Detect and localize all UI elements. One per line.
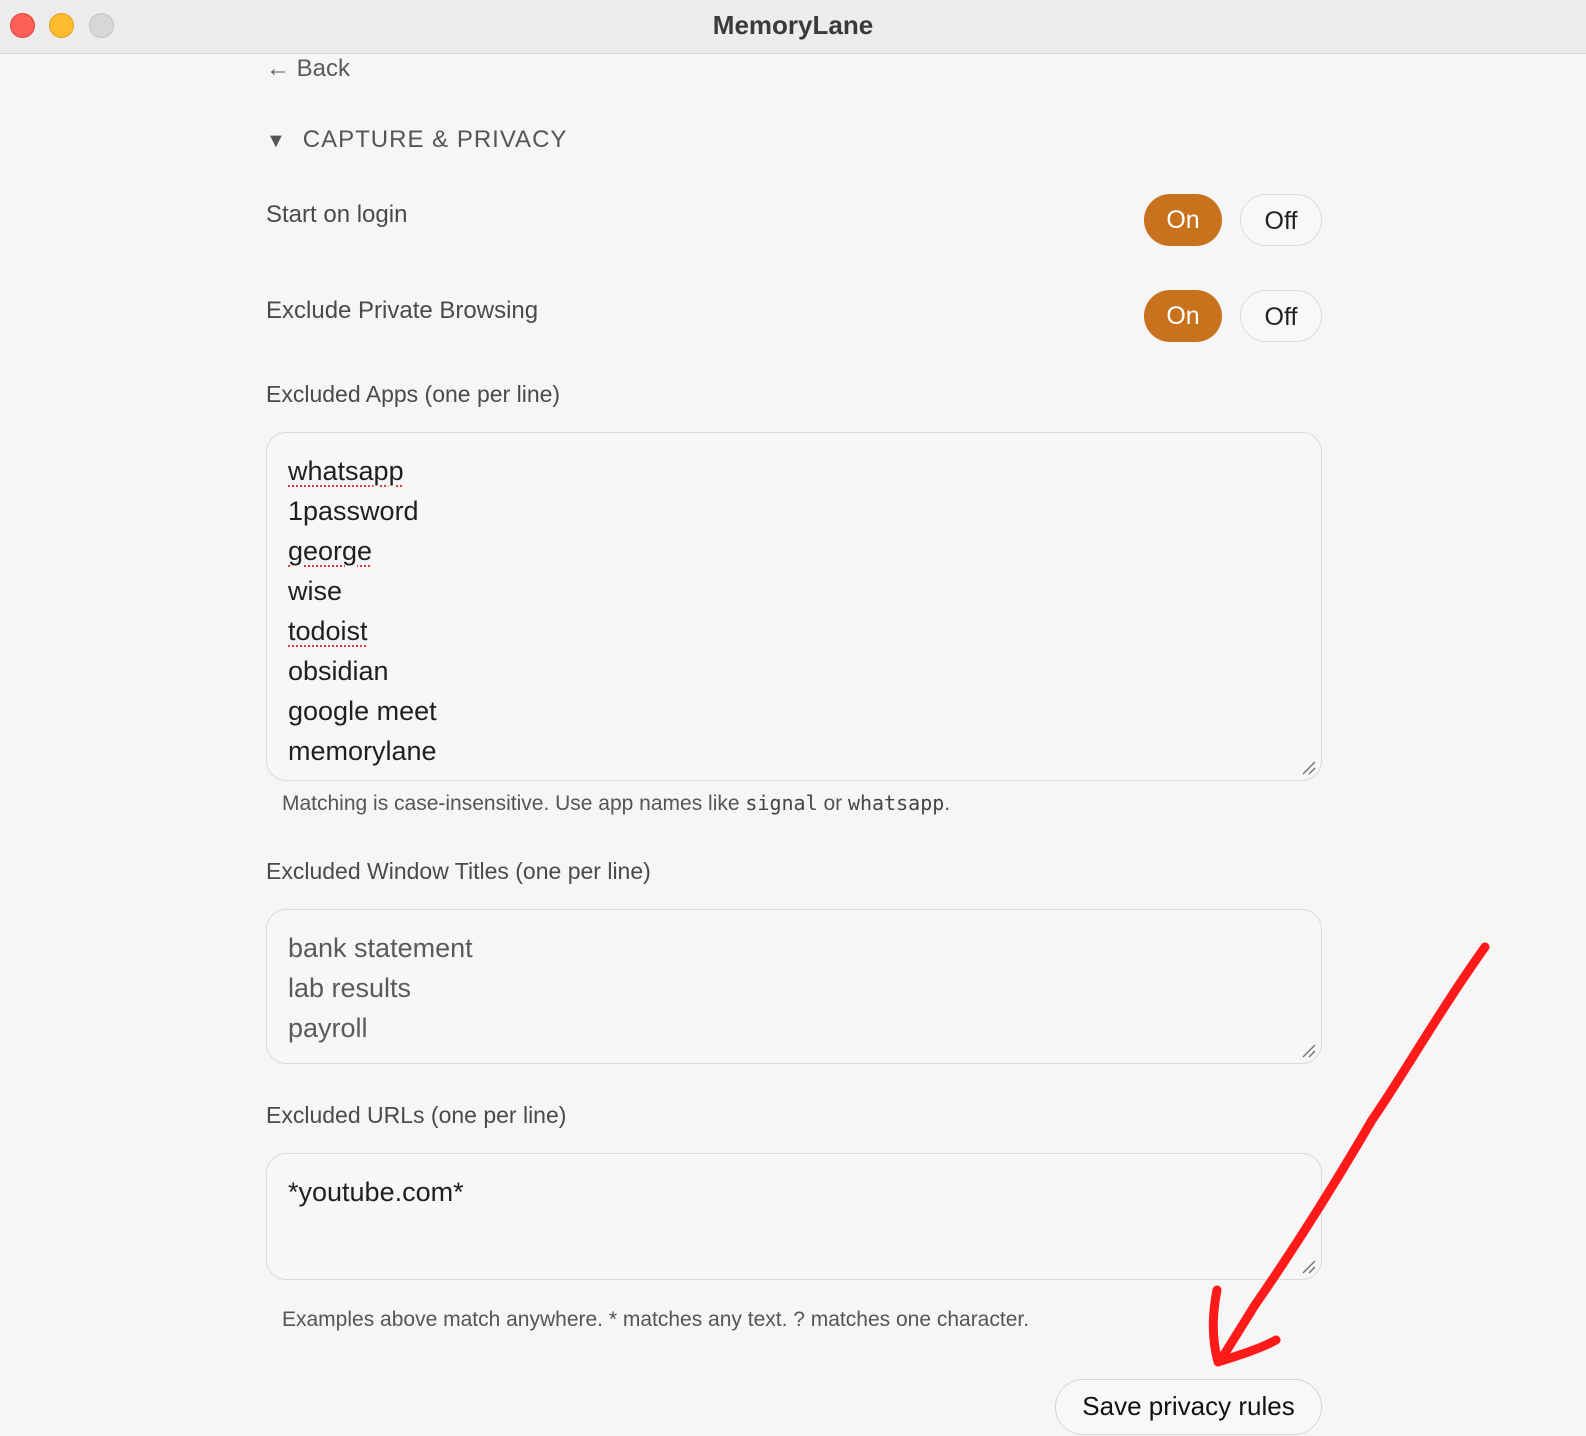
textarea-line: 1password xyxy=(288,496,419,526)
exclude-private-browsing-on-button[interactable]: On xyxy=(1144,290,1222,342)
resize-grip-icon[interactable] xyxy=(1301,760,1317,776)
excluded-urls-textarea[interactable]: *youtube.com* xyxy=(266,1153,1322,1280)
textarea-line: lab results xyxy=(288,973,412,1003)
textarea-line: bank statement xyxy=(288,933,473,963)
excluded-apps-textarea[interactable]: whatsapp 1password george wise todoist o… xyxy=(266,432,1322,781)
excluded-apps-hint: Matching is case-insensitive. Use app na… xyxy=(282,791,950,816)
hint-text: . xyxy=(944,792,951,815)
textarea-line: whatsapp xyxy=(288,456,404,486)
resize-grip-icon[interactable] xyxy=(1301,1259,1317,1275)
textarea-line: google meet xyxy=(288,696,437,726)
excluded-window-titles-label: Excluded Window Titles (one per line) xyxy=(266,858,651,884)
collapse-caret-icon: ▼ xyxy=(266,130,287,152)
back-link[interactable]: ← Back xyxy=(266,55,350,83)
hint-text: Matching is case-insensitive. Use app na… xyxy=(282,792,746,815)
textarea-line: wise xyxy=(288,576,343,606)
textarea-line: obsidian xyxy=(288,656,389,686)
start-on-login-off-button[interactable]: Off xyxy=(1240,194,1322,246)
hint-text: or xyxy=(817,792,848,815)
excluded-urls-label: Excluded URLs (one per line) xyxy=(266,1102,567,1128)
textarea-line: payroll xyxy=(288,1013,368,1043)
exclude-private-browsing-off-button[interactable]: Off xyxy=(1240,290,1322,342)
exclude-private-browsing-label: Exclude Private Browsing xyxy=(266,297,539,324)
window-title: MemoryLane xyxy=(712,10,874,40)
textarea-line: george xyxy=(288,536,373,566)
textarea-line: *youtube.com* xyxy=(288,1177,464,1207)
app-window: MemoryLane ← Back ▼ CAPTURE & PRIVACY Sta… xyxy=(0,0,1586,1436)
title-bar: MemoryLane xyxy=(0,0,1586,54)
hint-code: whatsapp xyxy=(847,791,945,815)
resize-grip-icon[interactable] xyxy=(1301,1043,1317,1059)
textarea-line: memorylane xyxy=(288,736,437,766)
section-title: CAPTURE & PRIVACY xyxy=(302,126,568,153)
excluded-window-titles-textarea[interactable]: bank statement lab results payroll xyxy=(266,909,1322,1064)
start-on-login-on-button[interactable]: On xyxy=(1144,194,1222,246)
excluded-urls-hint: Examples above match anywhere. * matches… xyxy=(282,1308,1030,1331)
start-on-login-toggle: On Off xyxy=(1144,194,1322,246)
exclude-private-browsing-toggle: On Off xyxy=(1144,290,1322,342)
save-privacy-rules-button[interactable]: Save privacy rules xyxy=(1055,1379,1322,1435)
excluded-apps-label: Excluded Apps (one per line) xyxy=(266,381,561,407)
start-on-login-label: Start on login xyxy=(266,201,408,228)
section-header-capture-privacy[interactable]: ▼ CAPTURE & PRIVACY xyxy=(266,126,567,154)
textarea-line: todoist xyxy=(288,616,368,646)
hint-code: signal xyxy=(745,791,818,815)
